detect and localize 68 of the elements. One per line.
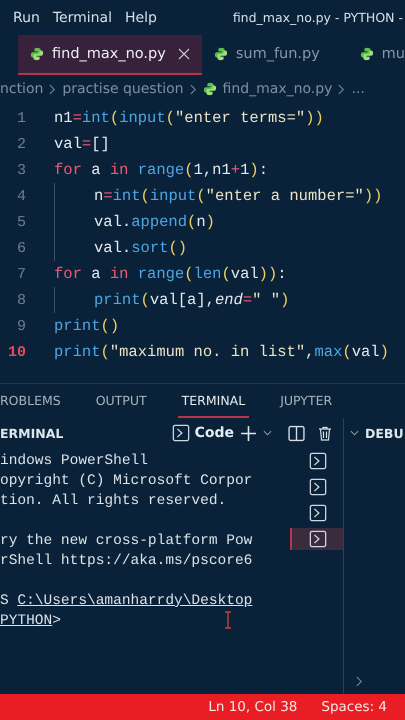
menu-item[interactable]: Terminal [52, 10, 112, 26]
menu-item[interactable]: Help [125, 10, 157, 26]
terminal-line: S C:\Users\amanharrdy\Desktop [0, 593, 252, 611]
terminal-icon[interactable] [308, 452, 326, 470]
terminal-line: tion. All rights reserved. [0, 493, 226, 511]
breadcrumb[interactable]: find_max_no.py [222, 81, 332, 97]
trash-icon[interactable] [317, 424, 333, 442]
breadcrumb[interactable]: nction [0, 81, 44, 97]
close-icon[interactable] [178, 48, 190, 60]
line-number: 1 [16, 110, 26, 126]
line-number: 5 [16, 214, 26, 230]
line-number: 2 [16, 136, 26, 152]
code-line: print("maximum no. in list",max(val) [54, 343, 389, 361]
python-file-icon [30, 47, 44, 61]
line-number: 3 [16, 162, 26, 178]
panel-tab[interactable]: TERMINAL [178, 384, 250, 418]
code-line: print(val[a],end=" ") [94, 291, 290, 309]
python-file-icon [202, 82, 217, 96]
code-line: n1=int(input("enter terms=")) [54, 109, 324, 127]
code-line: for a in range(len(val)): [54, 265, 287, 283]
editor-tab[interactable]: mu [348, 35, 405, 75]
panel-tab[interactable]: OUTPUT [92, 384, 151, 418]
code-line: for a in range(1,n1+1): [54, 161, 268, 179]
code-line: val=[] [54, 135, 110, 153]
terminal-instance[interactable] [290, 528, 343, 550]
terminal-icon[interactable] [308, 504, 326, 522]
terminal-icon[interactable] [308, 530, 326, 548]
terminal-line: PYTHON> [0, 613, 61, 631]
panel-tab[interactable]: JUPYTER [276, 384, 336, 418]
chevron-icon [190, 84, 197, 94]
chevron-icon [49, 84, 56, 94]
chevron-right-icon [356, 676, 363, 686]
chevron-down-icon[interactable] [263, 430, 272, 436]
terminal-icon[interactable] [308, 478, 326, 496]
split-icon[interactable] [288, 424, 305, 442]
breadcrumb[interactable]: practise question [62, 81, 184, 97]
text-cursor-icon [224, 611, 232, 629]
line-number: 10 [6, 344, 26, 360]
menu-item[interactable]: Run [13, 10, 40, 26]
line-number: 6 [16, 240, 26, 256]
window-title: find_max_no.py - PYTHON - [232, 10, 403, 25]
plus-icon[interactable] [240, 424, 257, 442]
terminal-line: indows PowerShell [0, 453, 148, 471]
panel-title: ERMINAL [0, 426, 64, 440]
terminal-line: rShell https://aka.ms/pscore6 [0, 553, 252, 571]
python-file-icon [214, 47, 228, 61]
terminal-icon[interactable] [172, 424, 190, 442]
chevron-icon [338, 84, 346, 94]
status-item[interactable]: Ln 10, Col 38 [208, 699, 298, 715]
editor-tab[interactable]: find_max_no.py [18, 35, 202, 75]
python-file-icon [360, 47, 374, 61]
line-number: 7 [16, 266, 26, 282]
line-number: 4 [16, 188, 26, 204]
terminal-line: opyright (C) Microsoft Corpor [0, 473, 252, 491]
line-number: 8 [16, 292, 26, 308]
code-line: val.append(n) [94, 213, 215, 231]
code-line: val.sort() [94, 239, 188, 257]
terminal-profile-button[interactable]: Code [172, 424, 234, 442]
line-number: 9 [16, 318, 26, 334]
chevron-down-icon[interactable] [350, 430, 359, 436]
code-line: n=int(input("enter a number=")) [94, 187, 382, 205]
editor-tab[interactable]: sum_fun.py [202, 35, 332, 75]
status-item[interactable]: Spaces: 4 [321, 699, 387, 715]
panel-tab[interactable]: ROBLEMS [0, 384, 65, 418]
breadcrumb[interactable]: ... [351, 81, 365, 97]
section-title[interactable]: DEBU [365, 426, 404, 440]
code-line: print() [54, 317, 120, 335]
terminal-line: ry the new cross-platform Pow [0, 533, 252, 551]
